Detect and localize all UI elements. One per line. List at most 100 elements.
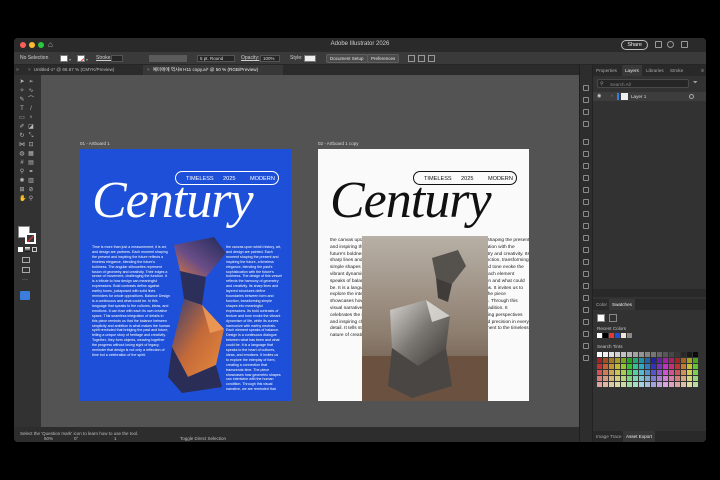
color-swatch[interactable] <box>681 352 686 357</box>
color-swatch[interactable] <box>663 370 668 375</box>
color-swatch[interactable] <box>615 382 620 387</box>
current-tool-status[interactable]: Toggle Direct Selection <box>180 436 226 441</box>
color-swatch[interactable] <box>621 382 626 387</box>
color-swatch[interactable] <box>681 358 686 363</box>
transform-icon[interactable] <box>418 55 425 62</box>
color-swatch[interactable] <box>621 376 626 381</box>
color-swatch[interactable] <box>597 370 602 375</box>
brush-definition-select[interactable]: 5 pt. Round <box>197 55 235 62</box>
color-swatch[interactable] <box>633 376 638 381</box>
arrange-icon[interactable] <box>428 55 435 62</box>
color-swatch[interactable] <box>597 358 602 363</box>
color-swatch[interactable] <box>639 376 644 381</box>
stroke-swatch-large[interactable] <box>25 233 36 244</box>
actions-icon[interactable] <box>583 331 589 337</box>
color-swatch[interactable] <box>651 358 656 363</box>
color-guide-icon[interactable] <box>583 139 589 145</box>
document-setup-button[interactable]: Document Setup <box>326 54 368 63</box>
graphic-style-swatch[interactable] <box>304 55 316 62</box>
asset-export-icon[interactable] <box>583 343 589 349</box>
target-icon[interactable] <box>689 94 694 99</box>
color-swatch[interactable] <box>609 376 614 381</box>
variable-width-profile[interactable] <box>149 55 187 62</box>
recent-color-swatch[interactable] <box>627 333 632 338</box>
color-swatch[interactable] <box>639 352 644 357</box>
tab-properties[interactable]: Properties <box>593 65 620 76</box>
stroke-dropdown-icon[interactable]: ▾ <box>86 57 88 62</box>
transparency-icon[interactable] <box>583 151 589 157</box>
color-swatch[interactable] <box>651 382 656 387</box>
color-swatch[interactable] <box>645 376 650 381</box>
color-swatch[interactable] <box>657 370 662 375</box>
color-swatch[interactable] <box>633 382 638 387</box>
free-transform-icon[interactable]: ⊡ <box>28 142 34 148</box>
color-swatch[interactable] <box>603 376 608 381</box>
color-swatch[interactable] <box>621 358 626 363</box>
color-swatch[interactable] <box>675 358 680 363</box>
color-swatch[interactable] <box>639 364 644 369</box>
stroke-icon[interactable] <box>583 121 589 127</box>
swatch-stroke-preview[interactable] <box>609 314 617 322</box>
color-swatch[interactable] <box>603 352 608 357</box>
layers-search-input[interactable]: ⚲ Search All <box>597 79 689 88</box>
artboard-1-label[interactable]: 01 - Artboard 1 <box>80 141 110 146</box>
artboard-tool-icon[interactable]: ⊞ <box>19 187 25 193</box>
fill-color-swatch[interactable] <box>60 55 68 62</box>
artboards-panel-icon[interactable] <box>583 355 589 361</box>
opentype-icon[interactable] <box>583 283 589 289</box>
color-swatch[interactable] <box>663 352 668 357</box>
color-swatch[interactable] <box>657 352 662 357</box>
generative-tool-icon[interactable] <box>20 291 30 300</box>
color-swatch[interactable] <box>603 358 608 363</box>
color-swatch[interactable] <box>693 370 698 375</box>
color-swatch[interactable] <box>609 382 614 387</box>
shaper-tool-icon[interactable]: ✐ <box>19 124 25 130</box>
tab-image-trace[interactable]: Image Trace <box>593 431 625 442</box>
artboard-2-label[interactable]: 02 - Artboard 1 copy <box>318 141 359 146</box>
layer-row[interactable]: ◉ › Layer 1 <box>593 92 706 101</box>
stroke-label[interactable]: Stroke: <box>96 55 112 61</box>
color-swatch[interactable] <box>645 382 650 387</box>
color-swatch[interactable] <box>663 358 668 363</box>
width-tool-icon[interactable]: ⋈ <box>19 142 25 148</box>
opacity-input[interactable]: 100% <box>260 55 280 62</box>
arrange-documents-icon[interactable] <box>655 41 662 48</box>
artboard-1[interactable]: TIMELESS 2025 MODERN Century Time is mor… <box>80 149 291 401</box>
color-swatch[interactable] <box>609 364 614 369</box>
selection-tool-icon[interactable]: ➤ <box>19 79 25 85</box>
color-swatch[interactable] <box>693 382 698 387</box>
eyedropper-icon[interactable]: ⚲ <box>19 169 25 175</box>
color-swatch[interactable] <box>663 376 668 381</box>
color-swatch[interactable] <box>645 358 650 363</box>
color-swatch[interactable] <box>633 352 638 357</box>
color-swatch[interactable] <box>639 382 644 387</box>
magic-wand-icon[interactable]: ✧ <box>19 88 25 94</box>
color-swatch[interactable] <box>615 364 620 369</box>
gradient-mode-icon[interactable] <box>25 247 30 252</box>
color-swatch[interactable] <box>687 364 692 369</box>
zoom-level[interactable]: 50% <box>44 436 53 441</box>
pathfinder-icon[interactable] <box>583 235 589 241</box>
color-swatch[interactable] <box>663 364 668 369</box>
tab-swatches[interactable]: Swatches <box>609 299 635 310</box>
color-swatch[interactable] <box>669 376 674 381</box>
tab-layers[interactable]: Layers <box>622 65 642 76</box>
workspace-switcher-icon[interactable] <box>681 41 688 48</box>
color-swatch[interactable] <box>687 370 692 375</box>
align-icon[interactable] <box>408 55 415 62</box>
graph-tool-icon[interactable]: ▥ <box>28 178 34 184</box>
navigator-icon[interactable] <box>583 307 589 313</box>
character-icon[interactable] <box>583 259 589 265</box>
color-swatch[interactable] <box>621 370 626 375</box>
rectangle-tool-icon[interactable]: ▭ <box>19 115 25 121</box>
color-swatch[interactable] <box>633 364 638 369</box>
color-swatch[interactable] <box>615 376 620 381</box>
color-swatch[interactable] <box>663 382 668 387</box>
color-swatch[interactable] <box>603 370 608 375</box>
gradient-tool-icon[interactable]: ▤ <box>28 160 34 166</box>
tab-current-document[interactable]: × 예미에에 역사8 H11 copy.ai* @ 50 % (RGB/Previ… <box>143 65 283 75</box>
color-swatch[interactable] <box>609 358 614 363</box>
color-swatch[interactable] <box>651 376 656 381</box>
type-tool-icon[interactable]: T <box>19 106 25 112</box>
tab-stroke[interactable]: Stroke <box>667 65 686 76</box>
